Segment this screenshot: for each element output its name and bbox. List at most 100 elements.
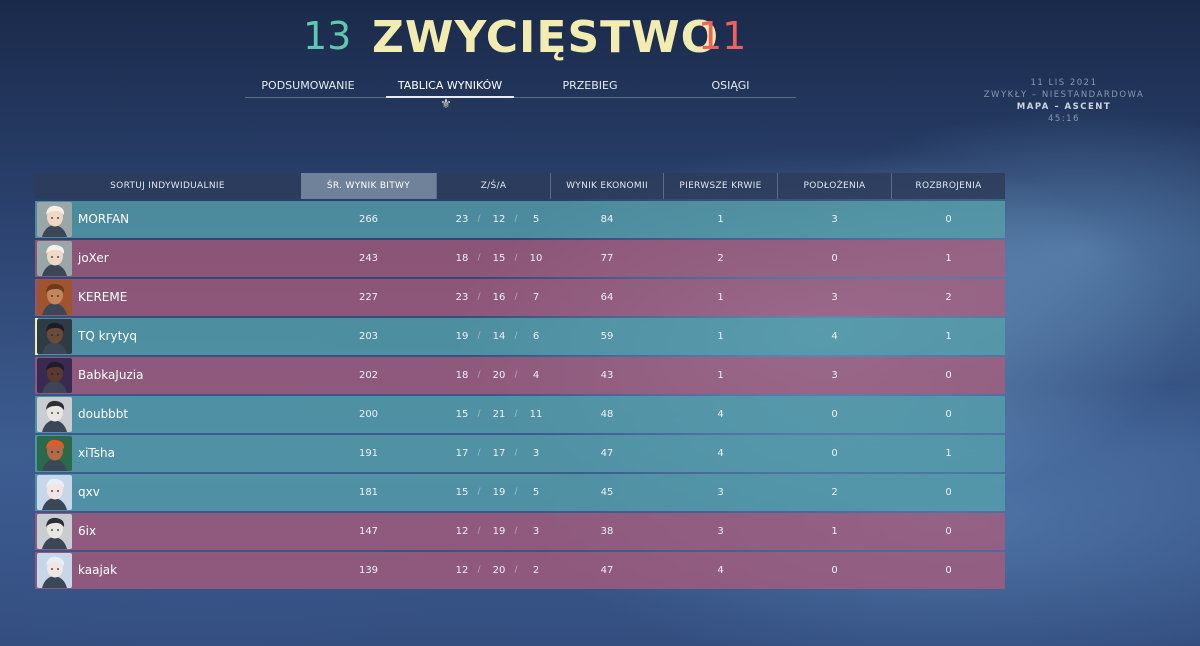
player-first-bloods: 3 <box>717 526 724 537</box>
player-acs: 266 <box>358 214 379 225</box>
kda-slash: / <box>477 487 481 497</box>
player-assists: 2 <box>532 565 540 576</box>
player-first-bloods: 4 <box>717 565 724 576</box>
player-assists: 7 <box>532 292 540 303</box>
player-econ: 45 <box>600 487 614 498</box>
scoreboard-table: SORTUJ INDYWIDUALNIE ŚR. WYNIK BITWY Z/Ś… <box>35 173 1005 589</box>
player-first-bloods: 1 <box>717 331 724 342</box>
kda-column-header[interactable]: Z/Ś/A <box>437 173 550 199</box>
player-plants: 0 <box>831 409 838 420</box>
defuses-column-header[interactable]: ROZBROJENIA <box>892 173 1005 199</box>
player-econ: 48 <box>600 409 614 420</box>
player-row[interactable]: xiTsha 191 17 / 17 / 3 47 4 0 1 <box>35 435 1005 472</box>
agent-portrait-icon <box>37 202 72 237</box>
tab-timeline[interactable]: PRZEBIEG <box>529 76 651 96</box>
player-deaths: 20 <box>492 565 506 576</box>
player-deaths: 17 <box>492 448 506 459</box>
player-name: qxv <box>78 485 100 499</box>
player-first-bloods: 1 <box>717 370 724 381</box>
player-rows: MORFAN 266 23 / 12 / 5 84 1 3 0 joXer 24… <box>35 201 1005 589</box>
player-row[interactable]: joXer 243 18 / 15 / 10 77 2 0 1 <box>35 240 1005 277</box>
player-name: doubbbt <box>78 407 129 421</box>
agent-portrait-icon <box>37 397 72 432</box>
player-deaths: 19 <box>492 487 506 498</box>
kda-slash: / <box>514 526 518 536</box>
player-deaths: 20 <box>492 370 506 381</box>
player-first-bloods: 4 <box>717 448 724 459</box>
active-tab-marker-icon: ⚜ <box>440 97 452 112</box>
player-assists: 3 <box>532 526 540 537</box>
player-row[interactable]: BabkaJuzia 202 18 / 20 / 4 43 1 3 0 <box>35 357 1005 394</box>
player-assists: 4 <box>532 370 540 381</box>
player-defuses: 0 <box>945 565 952 576</box>
kda-slash: / <box>514 253 518 263</box>
player-kills: 17 <box>455 448 469 459</box>
player-plants: 4 <box>831 331 838 342</box>
player-defuses: 0 <box>945 409 952 420</box>
player-row[interactable]: KEREME 227 23 / 16 / 7 64 1 3 2 <box>35 279 1005 316</box>
player-assists: 3 <box>532 448 540 459</box>
player-row[interactable]: TQ krytyq 203 19 / 14 / 6 59 1 4 1 <box>35 318 1005 355</box>
player-kills: 23 <box>455 214 469 225</box>
agent-portrait-icon <box>37 553 72 588</box>
player-assists: 5 <box>532 487 540 498</box>
tab-performance[interactable]: OSIĄGI <box>665 76 796 96</box>
acs-column-header[interactable]: ŚR. WYNIK BITWY <box>301 173 436 199</box>
sort-individual-header[interactable]: SORTUJ INDYWIDUALNIE <box>35 173 300 199</box>
player-defuses: 0 <box>945 526 952 537</box>
match-map: MAPA – ASCENT <box>1016 102 1112 112</box>
player-kills: 23 <box>455 292 469 303</box>
player-name: xiTsha <box>78 446 115 460</box>
player-kills: 19 <box>455 331 469 342</box>
kda-slash: / <box>477 214 481 224</box>
player-plants: 3 <box>831 292 838 303</box>
plants-column-header[interactable]: PODŁOŻENIA <box>778 173 891 199</box>
player-kills: 12 <box>455 565 469 576</box>
kda-slash: / <box>514 370 518 380</box>
player-kills: 12 <box>455 526 469 537</box>
player-name: MORFAN <box>78 212 130 226</box>
tab-summary[interactable]: PODSUMOWANIE <box>245 76 371 96</box>
kda-slash: / <box>514 565 518 575</box>
tab-scoreboard-label: TABLICA WYNIKÓW <box>397 79 503 92</box>
player-first-bloods: 3 <box>717 487 724 498</box>
agent-portrait-icon <box>37 514 72 549</box>
result-title: ZWYCIĘSTWO <box>372 12 720 63</box>
agent-portrait-icon <box>37 358 72 393</box>
player-econ: 84 <box>600 214 614 225</box>
player-acs: 203 <box>358 331 379 342</box>
player-deaths: 16 <box>492 292 506 303</box>
player-acs: 243 <box>358 253 379 264</box>
player-assists: 11 <box>529 409 543 420</box>
player-row[interactable]: kaajak 139 12 / 20 / 2 47 4 0 0 <box>35 552 1005 589</box>
player-defuses: 2 <box>945 292 952 303</box>
player-defuses: 1 <box>945 253 952 264</box>
agent-portrait-icon <box>37 241 72 276</box>
player-acs: 181 <box>358 487 379 498</box>
player-row[interactable]: 6ix 147 12 / 19 / 3 38 3 1 0 <box>35 513 1005 550</box>
scoreboard-header: SORTUJ INDYWIDUALNIE ŚR. WYNIK BITWY Z/Ś… <box>35 173 1005 199</box>
player-name: KEREME <box>78 290 128 304</box>
player-deaths: 15 <box>492 253 506 264</box>
player-acs: 202 <box>358 370 379 381</box>
player-row[interactable]: MORFAN 266 23 / 12 / 5 84 1 3 0 <box>35 201 1005 238</box>
player-row[interactable]: doubbbt 200 15 / 21 / 11 48 4 0 0 <box>35 396 1005 433</box>
player-econ: 47 <box>600 565 614 576</box>
kda-slash: / <box>514 487 518 497</box>
player-econ: 59 <box>600 331 614 342</box>
player-kills: 15 <box>455 409 469 420</box>
player-first-bloods: 1 <box>717 292 724 303</box>
kda-slash: / <box>514 409 518 419</box>
player-name: BabkaJuzia <box>78 368 144 382</box>
econ-column-header[interactable]: WYNIK EKONOMII <box>551 173 663 199</box>
player-first-bloods: 2 <box>717 253 724 264</box>
tab-scoreboard[interactable]: TABLICA WYNIKÓW ⚜ <box>386 76 514 112</box>
player-acs: 200 <box>358 409 379 420</box>
player-plants: 2 <box>831 487 838 498</box>
enemy-score: 11 <box>698 14 747 58</box>
player-row[interactable]: qxv 181 15 / 19 / 5 45 3 2 0 <box>35 474 1005 511</box>
kda-slash: / <box>477 565 481 575</box>
first-bloods-column-header[interactable]: PIERWSZE KRWIE <box>664 173 777 199</box>
player-name: 6ix <box>78 524 97 538</box>
match-mode: ZWYKŁY – NIESTANDARDOWA <box>983 90 1145 100</box>
